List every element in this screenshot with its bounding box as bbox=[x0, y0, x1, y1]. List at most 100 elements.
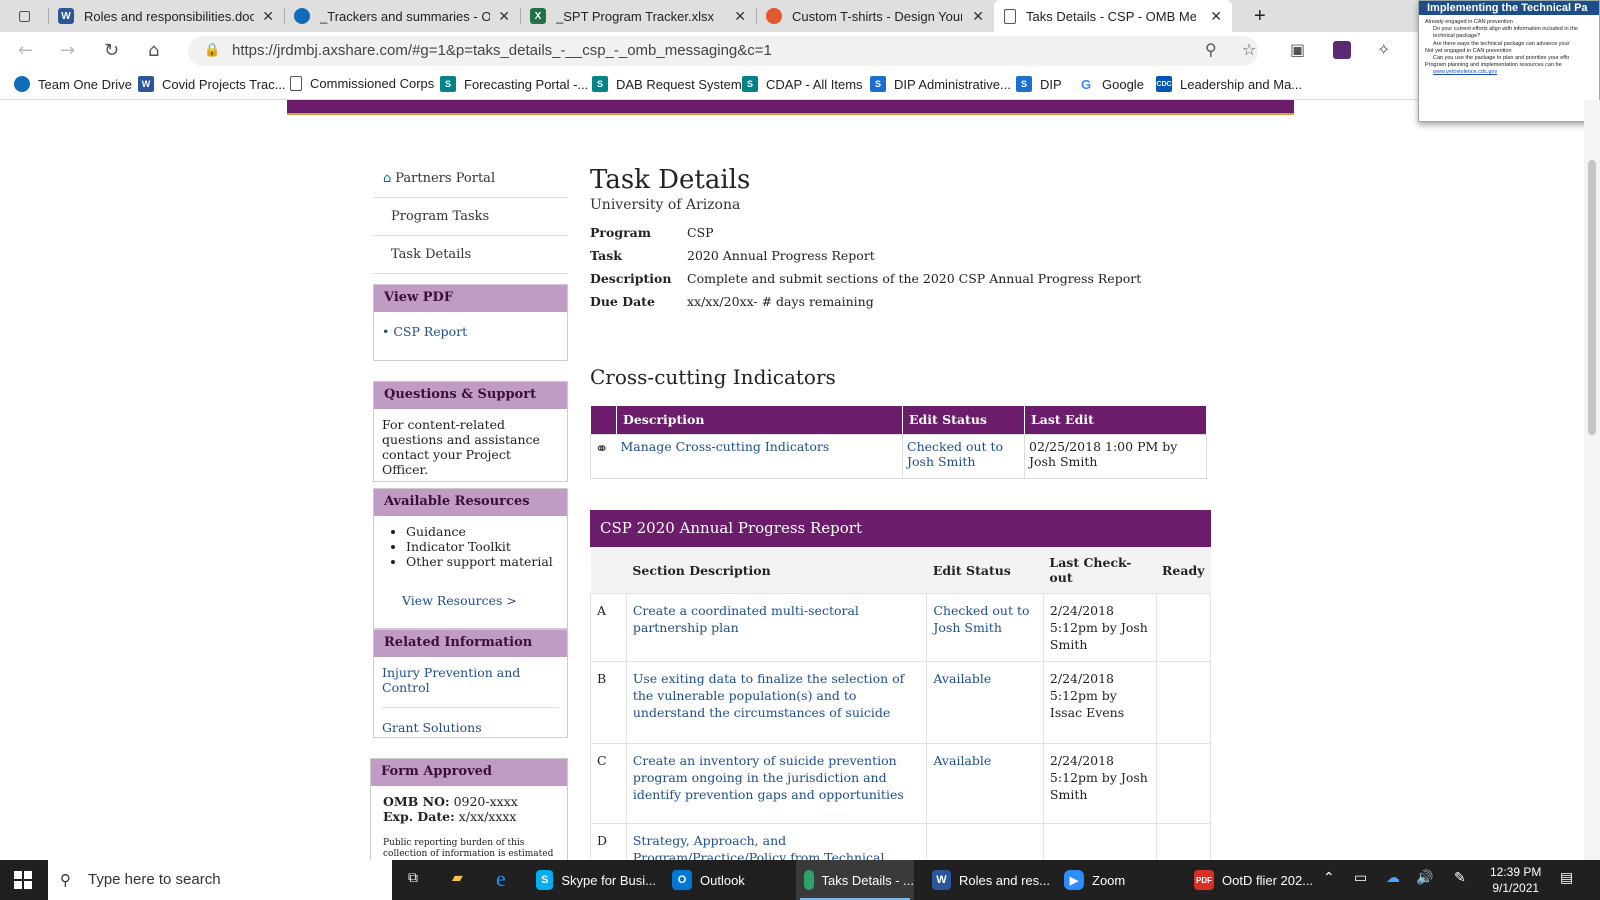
tab-title: Taks Details - CSP - OMB Messag bbox=[1026, 8, 1196, 24]
google-icon: G bbox=[1080, 76, 1092, 92]
questions-support-box: Questions & Support For content-related … bbox=[373, 381, 568, 482]
bookmark-label: Commissioned Corps bbox=[310, 76, 435, 91]
extension-icon[interactable] bbox=[1333, 41, 1351, 59]
taskbar-skype[interactable]: S Skype for Busi... bbox=[536, 860, 656, 900]
file-explorer-icon[interactable]: ▰ bbox=[452, 870, 463, 886]
edit-status-link[interactable]: Checked out to Josh Smith bbox=[907, 439, 1003, 469]
bookmark-label: DAB Request System bbox=[616, 76, 742, 92]
tab-roles[interactable]: W Roles and responsibilities.docx ✕ bbox=[48, 0, 284, 32]
preview-link: www.vetoviolence.cdc.gov bbox=[1433, 69, 1498, 76]
nav-task-details[interactable]: Task Details bbox=[373, 236, 568, 274]
exp-label: Exp. Date: bbox=[383, 809, 455, 824]
collections-icon[interactable]: ▣ bbox=[1290, 40, 1305, 59]
task-view-icon[interactable]: ⧉ bbox=[408, 870, 418, 886]
scrollbar-thumb[interactable] bbox=[1588, 160, 1596, 435]
onedrive-icon[interactable]: ☁ bbox=[1386, 870, 1400, 886]
lock-icon: 🔒 bbox=[204, 43, 221, 58]
taskbar-zoom[interactable]: ▶ Zoom bbox=[1064, 860, 1164, 900]
home-button[interactable]: ⌂ bbox=[148, 40, 159, 61]
bookmark-dip[interactable]: S DIP bbox=[1016, 76, 1062, 92]
close-tab-icon[interactable]: ✕ bbox=[734, 8, 746, 25]
internet-explorer-icon[interactable]: e bbox=[496, 866, 506, 892]
grant-solutions-link[interactable]: Grant Solutions bbox=[382, 720, 482, 735]
nav-program-tasks[interactable]: Program Tasks bbox=[373, 198, 568, 236]
tab-task-details[interactable]: Taks Details - CSP - OMB Messag ✕ bbox=[994, 0, 1232, 32]
tab-title: Custom T-shirts - Design Your O bbox=[792, 8, 962, 24]
table-row: ⚭ Manage Cross-cutting Indicators Checke… bbox=[590, 433, 1207, 479]
section-link[interactable]: Use exiting data to finalize the selecti… bbox=[633, 671, 904, 720]
view-resources-link[interactable]: View Resources > bbox=[402, 593, 517, 608]
zoom-icon[interactable]: ⚲ bbox=[1205, 40, 1217, 59]
close-tab-icon[interactable]: ✕ bbox=[972, 8, 984, 25]
taskbar-task-details[interactable]: Taks Details - ... bbox=[796, 860, 914, 900]
bookmark-google[interactable]: G Google bbox=[1078, 76, 1144, 92]
floating-document-preview[interactable]: Implementing the Technical Pa Already en… bbox=[1418, 0, 1600, 122]
close-tab-icon[interactable]: ✕ bbox=[1210, 8, 1222, 25]
battery-icon[interactable]: ▭ bbox=[1354, 870, 1367, 886]
pen-icon[interactable]: ✎ bbox=[1454, 870, 1466, 886]
column-header: Last Check-out bbox=[1043, 547, 1157, 594]
column-header: Ready bbox=[1156, 547, 1211, 594]
bookmark-covid-projects[interactable]: W Covid Projects Trac... bbox=[138, 76, 286, 92]
edit-status-link[interactable]: Available bbox=[933, 671, 991, 686]
system-clock[interactable]: 12:39 PM 9/1/2021 bbox=[1490, 864, 1541, 896]
csp-report-link[interactable]: • CSP Report bbox=[382, 324, 467, 339]
bookmark-dab-request[interactable]: S DAB Request System bbox=[592, 76, 742, 92]
manage-indicators-link[interactable]: Manage Cross-cutting Indicators bbox=[621, 439, 830, 454]
bookmark-commissioned-corps[interactable]: Commissioned Corps bbox=[290, 76, 434, 91]
taskbar-search-input[interactable]: ⚲ Type here to search bbox=[48, 860, 392, 900]
table-header-row: Section Description Edit Status Last Che… bbox=[590, 547, 1211, 594]
taskbar-outlook[interactable]: O Outlook bbox=[672, 860, 782, 900]
back-button[interactable]: ← bbox=[18, 40, 33, 61]
page-title: Task Details bbox=[590, 165, 751, 195]
favorite-star-icon[interactable]: ☆ bbox=[1242, 40, 1256, 59]
browser-tab-strip: ▢ W Roles and responsibilities.docx ✕ _T… bbox=[0, 0, 1600, 32]
preview-line: Program planning and implementation reso… bbox=[1425, 62, 1562, 69]
taskbar-ootd-flier[interactable]: PDF OotD flier 202... bbox=[1194, 860, 1314, 900]
table-row: A Create a coordinated multi-sectoral pa… bbox=[590, 593, 1212, 662]
page-icon bbox=[1004, 8, 1016, 24]
pdf-icon: PDF bbox=[1194, 870, 1214, 890]
refresh-button[interactable]: ↻ bbox=[104, 40, 119, 61]
url-text: https://jrdmbj.axshare.com/#g=1&p=taks_d… bbox=[232, 42, 772, 59]
bookmark-cdap[interactable]: S CDAP - All Items bbox=[742, 76, 863, 92]
bookmark-leadership[interactable]: CDC Leadership and Ma... bbox=[1156, 76, 1302, 92]
section-id: B bbox=[590, 661, 627, 744]
puzzle-icon[interactable]: ✧ bbox=[1377, 40, 1390, 59]
edit-status-link[interactable]: Available bbox=[933, 753, 991, 768]
edit-status-link[interactable]: Checked out to Josh Smith bbox=[933, 603, 1029, 635]
form-approved-box: Form Approved OMB NO: 0920-xxxx Exp. Dat… bbox=[370, 758, 568, 867]
icon-column-header bbox=[590, 406, 617, 434]
tab-spt-tracker[interactable]: X _SPT Program Tracker.xlsx ✕ bbox=[520, 0, 756, 32]
clock-date: 9/1/2021 bbox=[1492, 881, 1540, 895]
taskbar-roles[interactable]: W Roles and res... bbox=[932, 860, 1050, 900]
tab-custom-tshirts[interactable]: Custom T-shirts - Design Your O ✕ bbox=[756, 0, 994, 32]
start-button[interactable] bbox=[14, 871, 32, 889]
preview-title: Implementing the Technical Pa bbox=[1419, 1, 1599, 15]
page-scrollbar[interactable] bbox=[1584, 100, 1600, 860]
section-link[interactable]: Create an inventory of suicide preventio… bbox=[633, 753, 904, 802]
new-tab-button[interactable]: + bbox=[1244, 0, 1274, 32]
section-link[interactable]: Create a coordinated multi-sectoral part… bbox=[633, 603, 859, 635]
volume-icon[interactable]: 🔊 bbox=[1416, 870, 1433, 886]
forward-button[interactable]: → bbox=[60, 40, 75, 61]
omb-label: OMB NO: bbox=[383, 794, 450, 809]
page-icon bbox=[290, 76, 302, 91]
bookmark-dip-administrative[interactable]: S DIP Administrative... bbox=[870, 76, 1011, 92]
taskbar-label: Outlook bbox=[700, 872, 745, 888]
tab-trackers[interactable]: _Trackers and summaries - OneD ✕ bbox=[284, 0, 520, 32]
description-value: Complete and submit sections of the 2020… bbox=[687, 271, 1142, 286]
close-tab-icon[interactable]: ✕ bbox=[262, 8, 274, 25]
injury-prevention-link[interactable]: Injury Prevention and Control bbox=[382, 665, 520, 695]
notifications-icon[interactable]: ▤ bbox=[1560, 870, 1573, 886]
taskbar-label: Taks Details - ... bbox=[821, 872, 914, 888]
bookmark-team-one-drive[interactable]: Team One Drive bbox=[14, 76, 132, 92]
bookmark-forecasting-portal[interactable]: S Forecasting Portal -... bbox=[440, 76, 588, 92]
field-label: Program bbox=[590, 225, 651, 240]
section-id: C bbox=[590, 743, 627, 824]
tab-actions-button[interactable]: ▢ bbox=[0, 0, 48, 32]
chevron-up-icon[interactable]: ⌃ bbox=[1323, 870, 1335, 886]
url-input[interactable]: 🔒 https://jrdmbj.axshare.com/#g=1&p=taks… bbox=[188, 36, 1258, 66]
nav-partners-portal[interactable]: ⌂ Partners Portal bbox=[373, 160, 568, 198]
close-tab-icon[interactable]: ✕ bbox=[498, 8, 510, 25]
